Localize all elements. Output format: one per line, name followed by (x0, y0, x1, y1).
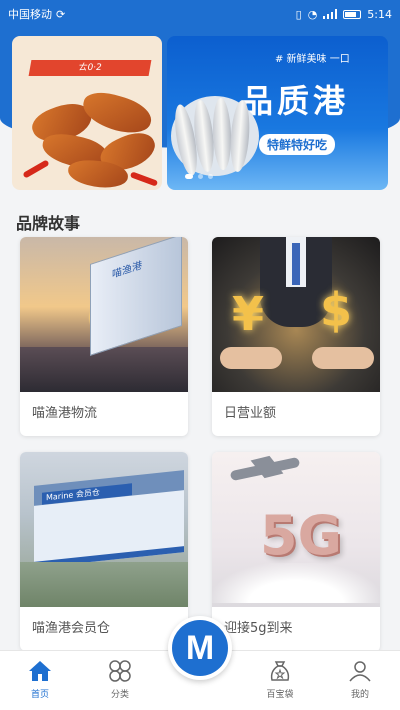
profile-icon (349, 661, 371, 682)
bag-icon (270, 661, 290, 681)
tab-bag-label: 百宝袋 (266, 690, 294, 700)
card-label: 迎接5g到来 (224, 621, 293, 636)
center-logo-letter: M (172, 620, 228, 676)
tab-profile[interactable]: 我的 (320, 651, 400, 710)
banner-title: 品质港 (241, 82, 350, 120)
tab-category-label: 分类 (110, 690, 129, 700)
banner-subtitle: 特鲜特好吃 (259, 134, 336, 155)
card-daily-revenue[interactable]: ¥ $ 日营业额 (212, 237, 380, 436)
revenue-image: ¥ $ (212, 237, 380, 392)
status-bar: 中国移动 ⟳ ▯ ◔ 5:14 (0, 0, 400, 28)
banner-tag: # 新鲜美味 一口 (275, 54, 350, 65)
card-label: 喵渔港物流 (32, 406, 98, 421)
tab-profile-label: 我的 (350, 690, 369, 700)
section-title: 品牌故事 (16, 214, 81, 233)
carousel-indicator[interactable] (185, 174, 213, 179)
vibrate-icon: ▯ (295, 7, 302, 21)
tab-bag[interactable]: 百宝袋 (240, 651, 320, 710)
tab-home-label: 首页 (30, 690, 49, 700)
5g-image: 5G (212, 452, 380, 607)
card-logistics[interactable]: 喵渔港 喵渔港物流 (20, 237, 188, 436)
logistics-image: 喵渔港 (20, 237, 188, 392)
tab-category[interactable]: 分类 (80, 651, 160, 710)
card-label: 喵渔港会员仓 (32, 621, 111, 636)
tab-home[interactable]: 首页 (0, 651, 80, 710)
banner-brand: ㄊ0·2 (28, 60, 152, 76)
home-icon (29, 661, 51, 681)
center-logo-button[interactable]: M (168, 616, 232, 680)
banner-left[interactable]: ㄊ0·2 (12, 36, 162, 190)
wifi-icon: ◔ (307, 7, 318, 21)
warehouse-image: Marine 会员仓 (20, 452, 188, 607)
card-5g[interactable]: 5G 迎接5g到来 (212, 452, 380, 652)
category-icon (109, 660, 131, 682)
5g-text: 5G (260, 504, 342, 567)
carrier-label: 中国移动 (8, 8, 52, 21)
sync-icon: ⟳ (56, 7, 66, 21)
signal-icon (323, 9, 338, 19)
status-time: 5:14 (367, 7, 392, 21)
card-member-warehouse[interactable]: Marine 会员仓 喵渔港会员仓 (20, 452, 188, 651)
card-label: 日营业额 (224, 406, 277, 421)
battery-icon (343, 9, 362, 19)
banner-right[interactable]: # 新鲜美味 一口 品质港 特鲜特好吃 (167, 36, 388, 190)
